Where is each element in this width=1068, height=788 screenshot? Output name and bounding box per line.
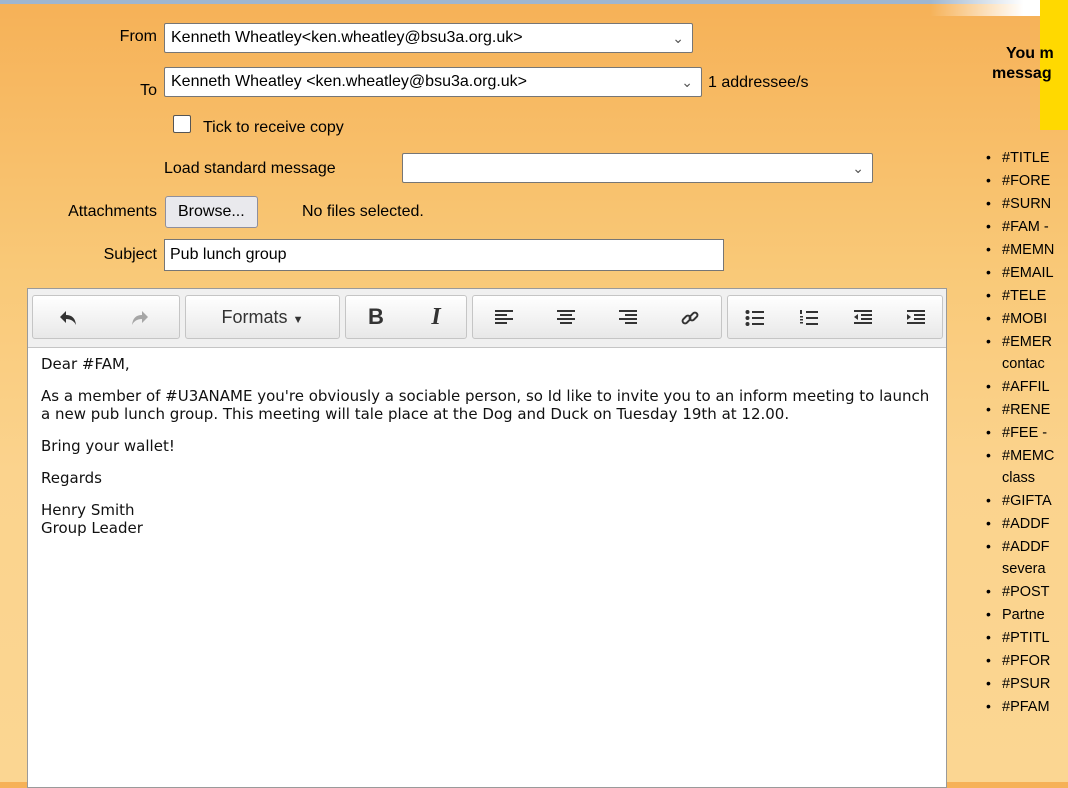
merge-code-item: #MEMC bbox=[986, 444, 1068, 467]
merge-code-item: #GIFTA bbox=[986, 489, 1068, 512]
italic-icon: I bbox=[431, 304, 441, 330]
text-style-group: B I bbox=[345, 295, 467, 339]
indent-icon bbox=[907, 309, 925, 324]
merge-code-list: #TITLE #FORE #SURN #FAM - #MEMN #EMAIL #… bbox=[986, 146, 1068, 718]
chevron-down-icon: ⌄ bbox=[672, 30, 684, 46]
sidebar-title: You m messag bbox=[992, 40, 1054, 88]
bold-button[interactable]: B bbox=[346, 296, 406, 338]
chevron-down-icon: ⌄ bbox=[681, 74, 693, 90]
align-right-icon bbox=[619, 309, 637, 324]
merge-code-item: #PFAM bbox=[986, 695, 1068, 718]
to-select-value: Kenneth Wheatley <ken.wheatley@bsu3a.org… bbox=[171, 73, 528, 90]
align-center-button[interactable] bbox=[535, 296, 597, 338]
formats-dropdown[interactable]: Formats ▼ bbox=[186, 296, 339, 338]
outdent-button[interactable] bbox=[836, 296, 890, 338]
merge-code-item: #FEE - bbox=[986, 421, 1068, 444]
receive-copy-checkbox[interactable] bbox=[173, 115, 191, 133]
merge-code-item: #AFFIL bbox=[986, 375, 1068, 398]
from-label: From bbox=[119, 28, 157, 45]
message-paragraph: As a member of #U3ANAME you're obviously… bbox=[41, 387, 930, 423]
merge-code-item: #POST bbox=[986, 580, 1068, 603]
merge-code-item: #TELE bbox=[986, 284, 1068, 307]
receive-copy-label: Tick to receive copy bbox=[203, 119, 344, 136]
undo-button[interactable] bbox=[33, 296, 103, 338]
list-group bbox=[727, 295, 943, 339]
message-line: Bring your wallet! bbox=[41, 437, 175, 455]
signature-name: Henry Smith bbox=[41, 501, 135, 519]
editor-toolbar: Formats ▼ B I bbox=[28, 289, 946, 348]
merge-code-continuation: contac bbox=[1002, 356, 1045, 372]
numbered-list-button[interactable] bbox=[782, 296, 836, 338]
merge-code-item: #MEMN bbox=[986, 238, 1068, 261]
alignment-group bbox=[472, 295, 722, 339]
signature-role: Group Leader bbox=[41, 519, 143, 537]
indent-button[interactable] bbox=[890, 296, 942, 338]
merge-code-item: #RENE bbox=[986, 398, 1068, 421]
message-greeting: Dear #FAM, bbox=[41, 355, 130, 373]
italic-button[interactable]: I bbox=[406, 296, 466, 338]
bullet-list-icon bbox=[745, 309, 764, 326]
caret-down-icon: ▼ bbox=[292, 314, 304, 326]
no-files-text: No files selected. bbox=[302, 203, 424, 220]
outdent-icon bbox=[854, 309, 872, 324]
chevron-down-icon: ⌄ bbox=[852, 160, 864, 176]
merge-code-item: #FAM - bbox=[986, 215, 1068, 238]
merge-code-continuation: class bbox=[1002, 470, 1036, 486]
subject-label: Subject bbox=[103, 246, 157, 263]
redo-icon bbox=[132, 310, 148, 325]
to-select[interactable]: Kenneth Wheatley <ken.wheatley@bsu3a.org… bbox=[164, 67, 702, 97]
merge-code-item: #TITLE bbox=[986, 146, 1068, 169]
formats-label: Formats bbox=[221, 307, 288, 327]
sidebar-title-line2: messag bbox=[992, 65, 1052, 82]
from-select[interactable]: Kenneth Wheatley<ken.wheatley@bsu3a.org.… bbox=[164, 23, 693, 53]
merge-code-item: #ADDF bbox=[986, 512, 1068, 535]
merge-code-item: #EMAIL bbox=[986, 261, 1068, 284]
merge-code-item: #FORE bbox=[986, 169, 1068, 192]
to-label: To bbox=[140, 82, 157, 99]
browse-button[interactable]: Browse... bbox=[165, 196, 258, 228]
message-editor: Formats ▼ B I Dear #FAM, As a member of … bbox=[27, 288, 947, 788]
align-right-button[interactable] bbox=[597, 296, 659, 338]
message-body[interactable]: Dear #FAM, As a member of #U3ANAME you'r… bbox=[41, 355, 931, 537]
window-top-border bbox=[0, 0, 1068, 4]
history-group bbox=[32, 295, 180, 339]
undo-icon bbox=[60, 310, 76, 325]
link-icon bbox=[681, 311, 699, 325]
merge-code-item: #ADDF bbox=[986, 535, 1068, 558]
link-button[interactable] bbox=[659, 296, 721, 338]
addressee-count: 1 addressee/s bbox=[708, 74, 809, 91]
align-left-button[interactable] bbox=[473, 296, 535, 338]
standard-message-select[interactable]: ⌄ bbox=[402, 153, 873, 183]
merge-code-item: #PSUR bbox=[986, 672, 1068, 695]
merge-code-item: Partne bbox=[986, 603, 1068, 626]
attachments-label: Attachments bbox=[68, 203, 157, 220]
subject-input[interactable]: Pub lunch group bbox=[164, 239, 724, 271]
bullet-list-button[interactable] bbox=[728, 296, 782, 338]
merge-code-item: #PTITL bbox=[986, 626, 1068, 649]
from-select-value: Kenneth Wheatley<ken.wheatley@bsu3a.org.… bbox=[171, 29, 523, 46]
numbered-list-icon bbox=[800, 309, 818, 325]
merge-code-item: #EMER bbox=[986, 330, 1068, 353]
merge-code-continuation: severa bbox=[1002, 561, 1046, 577]
align-center-icon bbox=[557, 309, 575, 324]
formats-group: Formats ▼ bbox=[185, 295, 340, 339]
merge-code-item: #SURN bbox=[986, 192, 1068, 215]
bold-icon: B bbox=[368, 304, 384, 329]
merge-code-item: #PFOR bbox=[986, 649, 1068, 672]
redo-button[interactable] bbox=[103, 296, 177, 338]
message-regards: Regards bbox=[41, 469, 102, 487]
align-left-icon bbox=[495, 309, 513, 324]
merge-code-item: #MOBI bbox=[986, 307, 1068, 330]
load-message-label: Load standard message bbox=[164, 160, 336, 177]
